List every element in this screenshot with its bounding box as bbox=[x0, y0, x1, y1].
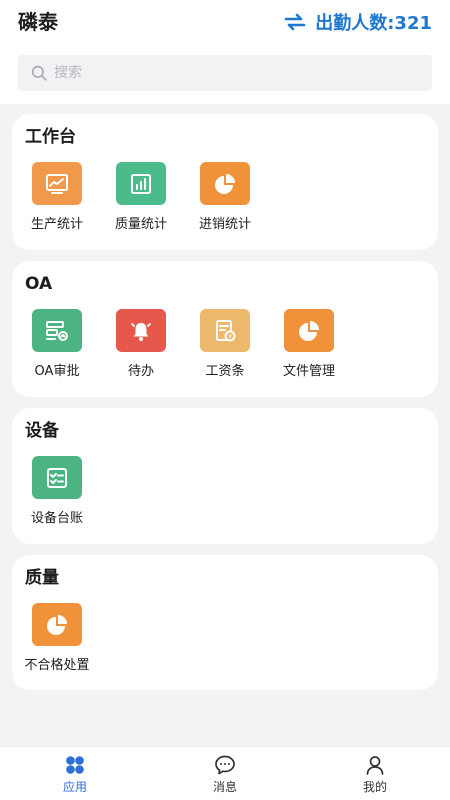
app-quality-stats[interactable]: 质量统计 bbox=[99, 162, 183, 242]
search-bar[interactable] bbox=[18, 55, 432, 91]
search-input[interactable] bbox=[54, 65, 414, 81]
tab-label: 应用 bbox=[62, 780, 87, 794]
tab-label: 我的 bbox=[362, 780, 387, 794]
app-equipment-ledger[interactable]: 设备台账 bbox=[15, 456, 99, 536]
section-grid: OA审批 待办 ¥ 工资条 文件管理 bbox=[12, 309, 438, 389]
tab-label: 消息 bbox=[212, 780, 237, 794]
tab-messages[interactable]: 消息 bbox=[175, 747, 275, 800]
section-grid: 生产统计 质量统计 进销统计 bbox=[12, 162, 438, 242]
item-label: 生产统计 bbox=[30, 217, 83, 232]
item-label: 文件管理 bbox=[282, 364, 335, 379]
section-quality: 质量 不合格处置 bbox=[12, 555, 438, 690]
item-label: OA审批 bbox=[34, 364, 80, 379]
section-grid: 设备台账 bbox=[12, 456, 438, 536]
app-title: 磷泰 bbox=[18, 10, 58, 34]
item-label: 质量统计 bbox=[114, 217, 167, 232]
section-title: 设备 bbox=[25, 421, 59, 441]
svg-text:¥: ¥ bbox=[228, 333, 232, 340]
item-label: 不合格处置 bbox=[24, 658, 90, 673]
apps-icon bbox=[66, 756, 84, 774]
checklist-icon bbox=[47, 467, 67, 488]
line-chart-icon bbox=[46, 173, 68, 194]
section-workbench: 工作台 生产统计 质量统计 进销统计 bbox=[12, 114, 438, 250]
section-title: OA bbox=[25, 274, 53, 294]
refresh-icon bbox=[284, 13, 306, 31]
item-label: 设备台账 bbox=[30, 511, 83, 526]
attendance-button[interactable]: 出勤人数:321 bbox=[283, 8, 432, 36]
top-bar: 磷泰 出勤人数:321 bbox=[0, 0, 450, 104]
section-title: 工作台 bbox=[25, 127, 76, 147]
tab-apps[interactable]: 应用 bbox=[25, 747, 125, 800]
bell-icon bbox=[131, 322, 151, 341]
app-nonconformance[interactable]: 不合格处置 bbox=[15, 603, 99, 683]
attendance-count: 出勤人数:321 bbox=[315, 13, 432, 34]
app-sales-stats[interactable]: 进销统计 bbox=[183, 162, 267, 242]
app-todo[interactable]: 待办 bbox=[99, 309, 183, 389]
approval-icon bbox=[46, 320, 68, 341]
user-icon bbox=[366, 756, 384, 775]
app-payslip[interactable]: ¥ 工资条 bbox=[183, 309, 267, 389]
tab-mine[interactable]: 我的 bbox=[325, 747, 425, 800]
app-oa-approval[interactable]: OA审批 bbox=[15, 309, 99, 389]
bottom-tab-bar: 应用 消息 我的 bbox=[0, 746, 450, 800]
app-file-management[interactable]: 文件管理 bbox=[267, 309, 351, 389]
section-oa: OA OA审批 待办 ¥ 工资条 文件管理 bbox=[12, 261, 438, 397]
item-label: 待办 bbox=[127, 364, 154, 379]
payslip-icon: ¥ bbox=[216, 319, 236, 341]
app-production-stats[interactable]: 生产统计 bbox=[15, 162, 99, 242]
item-label: 进销统计 bbox=[198, 217, 251, 232]
section-title: 质量 bbox=[25, 568, 59, 588]
pie-chart-icon bbox=[299, 320, 319, 341]
bar-chart-icon bbox=[131, 173, 151, 194]
section-equipment: 设备 设备台账 bbox=[12, 408, 438, 544]
section-grid: 不合格处置 bbox=[12, 603, 438, 683]
search-icon bbox=[31, 65, 47, 81]
pie-chart-icon bbox=[47, 614, 67, 635]
item-label: 工资条 bbox=[205, 364, 245, 379]
chat-icon bbox=[215, 755, 235, 775]
pie-chart-icon bbox=[215, 173, 235, 194]
